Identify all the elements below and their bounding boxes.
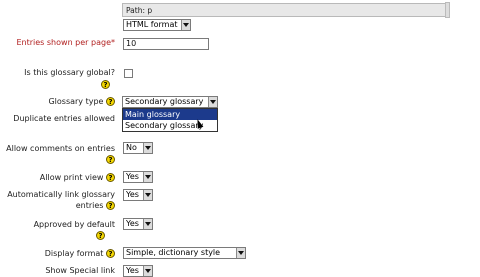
approved-default-label: Approved by default — [33, 220, 115, 229]
chevron-down-icon — [143, 143, 152, 153]
duplicate-entries-label: Duplicate entries allowed — [13, 114, 115, 123]
show-special-select[interactable]: Yes — [123, 265, 153, 277]
show-special-value: Yes — [126, 266, 139, 275]
auto-link-value: Yes — [126, 190, 139, 199]
entries-per-page-label: Entries shown per page* — [16, 38, 115, 47]
glossary-type-value: Secondary glossary — [125, 97, 204, 106]
glossary-type-label: Glossary type ? — [5, 96, 115, 107]
display-format-label: Display format ? — [5, 248, 115, 259]
allow-comments-value: No — [126, 143, 137, 152]
display-format-value: Simple, dictionary style — [126, 248, 221, 257]
allow-print-label: Allow print view ? — [5, 172, 115, 183]
text-format-select[interactable]: HTML format — [123, 19, 191, 31]
help-icon: ? — [96, 231, 105, 240]
display-format-select[interactable]: Simple, dictionary style — [123, 247, 246, 259]
glossary-type-select[interactable]: Secondary glossary — [122, 96, 218, 108]
editor-path-bar: Path: p — [122, 3, 448, 17]
option-main-glossary[interactable]: Main glossary — [123, 109, 217, 120]
approved-default-value: Yes — [126, 219, 139, 228]
allow-comments-label: Allow comments on entries ? — [6, 144, 115, 164]
help-icon[interactable]: ? — [106, 97, 115, 106]
allow-print-value: Yes — [126, 172, 139, 181]
editor-path-text: Path: p — [126, 6, 153, 15]
chevron-down-icon — [236, 248, 245, 258]
chevron-down-icon — [208, 97, 217, 107]
show-special-label: Show Special link — [45, 266, 115, 275]
chevron-down-icon — [181, 20, 190, 30]
chevron-down-icon — [143, 266, 152, 276]
text-format-value: HTML format — [126, 20, 178, 29]
help-icon[interactable]: ? — [106, 155, 115, 164]
help-icon[interactable]: ? — [106, 173, 115, 182]
auto-link-select[interactable]: Yes — [123, 189, 153, 201]
editor-scrollbar[interactable] — [445, 2, 450, 18]
entries-per-page-input[interactable]: 10 — [123, 38, 209, 50]
allow-print-select[interactable]: Yes — [123, 171, 153, 183]
chevron-down-icon — [143, 190, 152, 200]
help-icon: ? — [101, 80, 110, 89]
glossary-global-checkbox[interactable] — [124, 69, 133, 78]
chevron-down-icon — [143, 219, 152, 229]
glossary-type-dropdown: Main glossary Secondary glossary — [122, 108, 218, 132]
glossary-global-label: Is this glossary global? — [24, 68, 115, 77]
glossary-global-help[interactable]: ? — [101, 80, 110, 89]
auto-link-label: Automatically link glossary entries ? — [7, 190, 115, 210]
chevron-down-icon — [143, 172, 152, 182]
allow-comments-select[interactable]: No — [123, 142, 153, 154]
approved-default-help[interactable]: ? — [96, 231, 105, 240]
approved-default-select[interactable]: Yes — [123, 218, 153, 230]
help-icon[interactable]: ? — [106, 201, 115, 210]
help-icon[interactable]: ? — [106, 249, 115, 258]
